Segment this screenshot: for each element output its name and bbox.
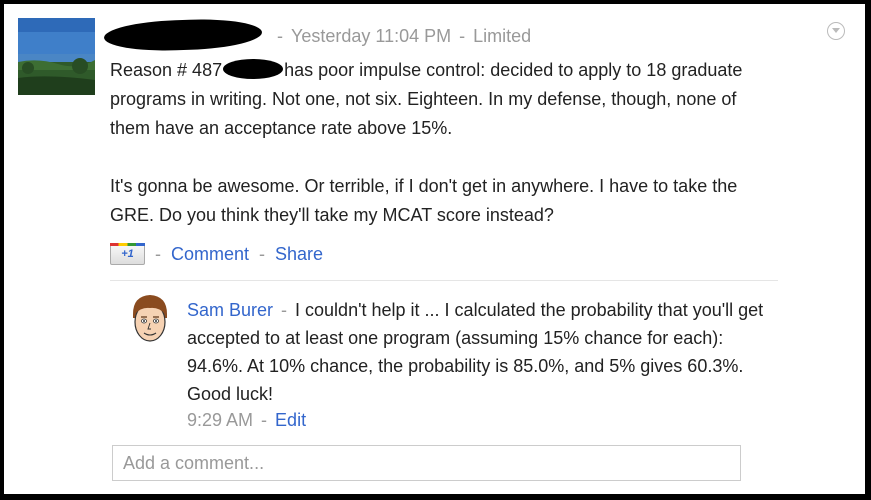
- comments-divider: [110, 280, 778, 281]
- comment-text: I couldn't help it ... I calculated the …: [187, 300, 764, 404]
- comment-meta: 9:29 AM - Edit: [187, 410, 306, 431]
- post-actions: +1 - Comment - Share: [110, 243, 323, 265]
- post-text-prefix: Reason # 487: [110, 60, 223, 80]
- comment-link[interactable]: Comment: [171, 244, 249, 265]
- edit-comment-link[interactable]: Edit: [275, 410, 306, 430]
- add-comment-input[interactable]: Add a comment...: [112, 445, 741, 481]
- meta-separator: -: [459, 26, 466, 46]
- cartoon-face-icon: [133, 295, 167, 342]
- meta-separator: -: [277, 26, 283, 46]
- landscape-photo-icon: [18, 18, 95, 95]
- post-visibility[interactable]: Limited: [473, 26, 531, 46]
- redacted-author-name: [103, 17, 263, 53]
- post-meta: - Yesterday 11:04 PM - Limited: [269, 26, 531, 47]
- share-link[interactable]: Share: [275, 244, 323, 265]
- post-paragraph-2: It's gonna be awesome. Or terrible, if I…: [110, 176, 738, 225]
- action-separator: -: [155, 243, 161, 264]
- comment-separator: -: [281, 300, 288, 320]
- comment-meta-separator: -: [261, 410, 268, 430]
- commenter-avatar[interactable]: [129, 292, 171, 346]
- comment-time[interactable]: 9:29 AM: [187, 410, 253, 430]
- post-paragraph-1: Reason # 487 has poor impulse control: de…: [110, 56, 770, 143]
- poster-avatar[interactable]: [18, 18, 95, 95]
- plus-one-button[interactable]: +1: [110, 243, 145, 265]
- action-separator: -: [259, 243, 266, 264]
- redacted-inline-name: [223, 59, 284, 79]
- post-timestamp[interactable]: Yesterday 11:04 PM: [291, 26, 451, 46]
- post-card: - Yesterday 11:04 PM - Limited Reason # 487…: [3, 3, 866, 495]
- post-body: Reason # 487 has poor impulse control: de…: [110, 56, 770, 230]
- comment-body: Sam Burer - I couldn't help it ... I calcu…: [187, 296, 767, 408]
- comment-author-link[interactable]: Sam Burer: [187, 300, 273, 320]
- post-menu-chevron-icon[interactable]: [827, 22, 845, 40]
